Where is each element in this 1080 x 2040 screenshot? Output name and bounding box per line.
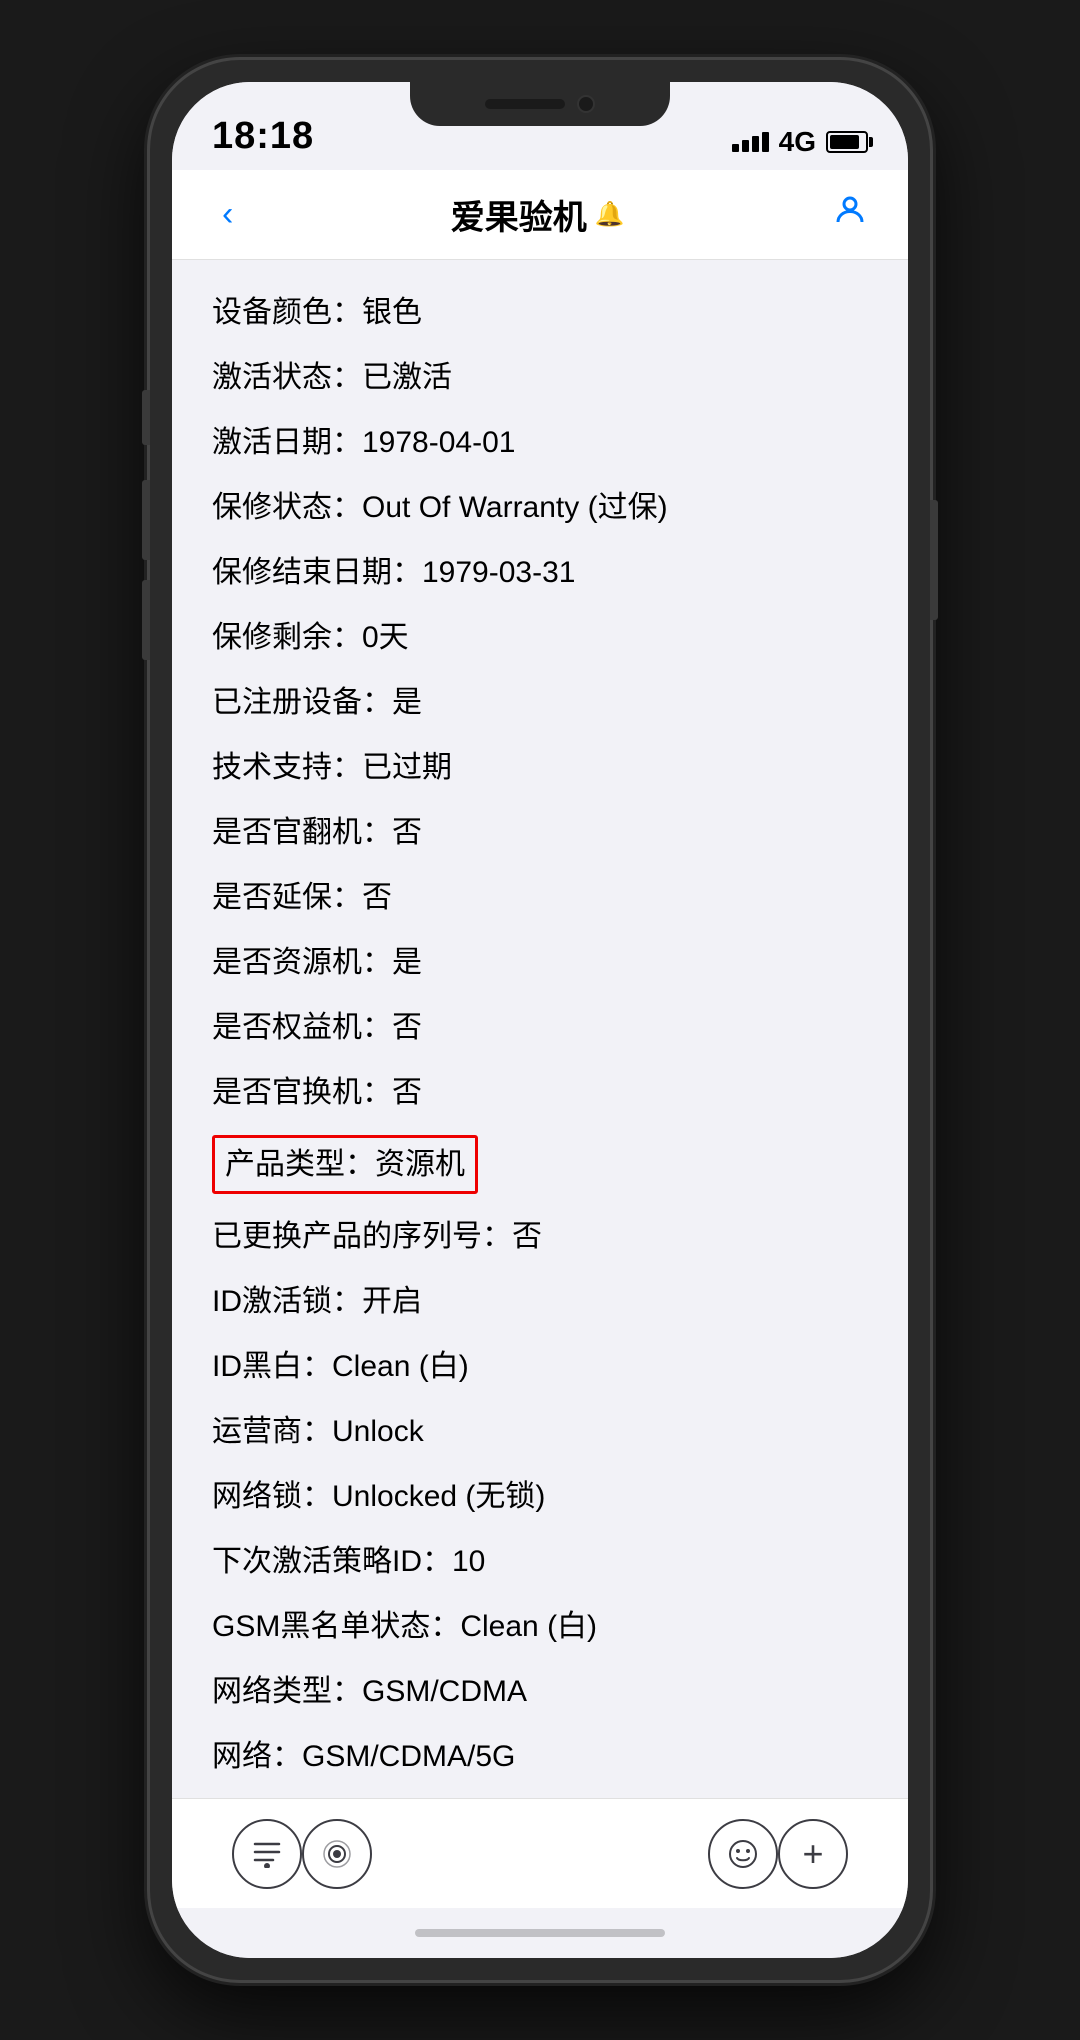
nav-bar: ‹ 爱果验机 🔔 bbox=[172, 170, 908, 260]
info-label-activation-date: 激活日期： bbox=[212, 426, 362, 459]
bottom-toolbar: + bbox=[172, 1798, 908, 1908]
info-value-replaced-serial: 否 bbox=[512, 1220, 542, 1253]
info-row-network: 网络：GSM/CDMA/5G bbox=[212, 1724, 868, 1789]
info-row-activation-policy: 下次激活策略ID：10 bbox=[212, 1529, 868, 1594]
info-value-device-color: 银色 bbox=[362, 296, 422, 329]
info-row-device-color: 设备颜色：银色 bbox=[212, 280, 868, 345]
info-row-gsm-blacklist: GSM黑名单状态：Clean (白) bbox=[212, 1594, 868, 1659]
phone-frame: 18:18 4G ‹ 爱果验机 🔔 bbox=[150, 60, 930, 1980]
info-value-network: GSM/CDMA/5G bbox=[302, 1740, 515, 1773]
speaker bbox=[485, 99, 565, 109]
info-value-activation-status: 已激活 bbox=[362, 361, 452, 394]
info-label-official-refurb: 是否官翻机： bbox=[212, 816, 392, 849]
info-row-registered-device: 已注册设备：是 bbox=[212, 670, 868, 735]
back-button[interactable]: ‹ bbox=[212, 185, 243, 244]
info-label-tech-support: 技术支持： bbox=[212, 751, 362, 784]
info-label-registered-device: 已注册设备： bbox=[212, 686, 392, 719]
info-value-warranty-remain: 0天 bbox=[362, 621, 409, 654]
info-label-gsm-blacklist: GSM黑名单状态： bbox=[212, 1610, 460, 1643]
info-row-warranty-end: 保修结束日期：1979-03-31 bbox=[212, 540, 868, 605]
battery-fill bbox=[830, 135, 859, 149]
info-value-warranty-status: Out Of Warranty (过保) bbox=[362, 491, 668, 524]
highlighted-value-product-type: 产品类型：资源机 bbox=[212, 1135, 478, 1194]
info-label-replacement-device: 是否官换机： bbox=[212, 1076, 392, 1109]
info-row-warranty-status: 保修状态：Out Of Warranty (过保) bbox=[212, 475, 868, 540]
info-value-activation-date: 1978-04-01 bbox=[362, 426, 515, 459]
info-value-replacement-device: 否 bbox=[392, 1076, 422, 1109]
info-label-activation-status: 激活状态： bbox=[212, 361, 362, 394]
info-label-resource-device: 是否资源机： bbox=[212, 946, 392, 979]
info-value-official-refurb: 否 bbox=[392, 816, 422, 849]
info-label-activation-policy: 下次激活策略ID： bbox=[212, 1545, 452, 1578]
volume-down-button[interactable] bbox=[142, 580, 150, 660]
emoji-button[interactable] bbox=[708, 1819, 778, 1889]
notch bbox=[410, 82, 670, 126]
status-icons: 4G bbox=[732, 126, 868, 158]
nav-title-text: 爱果验机 bbox=[451, 190, 587, 239]
info-row-warranty-remain: 保修剩余：0天 bbox=[212, 605, 868, 670]
info-row-id-lock: ID激活锁：开启 bbox=[212, 1269, 868, 1334]
info-value-network-type: GSM/CDMA bbox=[362, 1675, 527, 1708]
info-label-network: 网络： bbox=[212, 1740, 302, 1773]
info-value-tech-support: 已过期 bbox=[362, 751, 452, 784]
add-button[interactable]: + bbox=[778, 1819, 848, 1889]
power-button[interactable] bbox=[930, 500, 938, 620]
info-row-rights-device: 是否权益机：否 bbox=[212, 995, 868, 1060]
info-row-network-lock: 网络锁：Unlocked (无锁) bbox=[212, 1464, 868, 1529]
info-row-network-type: 网络类型：GSM/CDMA bbox=[212, 1659, 868, 1724]
info-row-resource-device: 是否资源机：是 bbox=[212, 930, 868, 995]
info-value-carrier: Unlock bbox=[332, 1415, 424, 1448]
info-label-warranty-end: 保修结束日期： bbox=[212, 556, 422, 589]
info-label-network-type: 网络类型： bbox=[212, 1675, 362, 1708]
front-camera bbox=[577, 95, 595, 113]
info-label-id-lock: ID激活锁： bbox=[212, 1285, 362, 1318]
home-bar bbox=[415, 1929, 665, 1937]
info-label-extended-warranty: 是否延保： bbox=[212, 881, 362, 914]
info-value-id-blacklist: Clean (白) bbox=[332, 1350, 469, 1383]
info-value-gsm-blacklist: Clean (白) bbox=[460, 1610, 597, 1643]
info-row-replaced-serial: 已更换产品的序列号：否 bbox=[212, 1204, 868, 1269]
info-value-extended-warranty: 否 bbox=[362, 881, 392, 914]
info-label-device-color: 设备颜色： bbox=[212, 296, 362, 329]
list-button[interactable] bbox=[232, 1819, 302, 1889]
volume-up-button[interactable] bbox=[142, 480, 150, 560]
info-value-activation-policy: 10 bbox=[452, 1545, 485, 1578]
info-label-warranty-remain: 保修剩余： bbox=[212, 621, 362, 654]
info-value-rights-device: 否 bbox=[392, 1011, 422, 1044]
info-label-rights-device: 是否权益机： bbox=[212, 1011, 392, 1044]
status-time: 18:18 bbox=[212, 115, 314, 158]
network-label: 4G bbox=[779, 126, 816, 158]
info-row-id-blacklist: ID黑白：Clean (白) bbox=[212, 1334, 868, 1399]
home-indicator bbox=[172, 1908, 908, 1958]
info-row-product-type: 产品类型：资源机 bbox=[212, 1125, 868, 1204]
info-row-activation-date: 激活日期：1978-04-01 bbox=[212, 410, 868, 475]
info-label-carrier: 运营商： bbox=[212, 1415, 332, 1448]
info-row-replacement-device: 是否官换机：否 bbox=[212, 1060, 868, 1125]
info-label-replaced-serial: 已更换产品的序列号： bbox=[212, 1220, 512, 1253]
info-row-carrier: 运营商：Unlock bbox=[212, 1399, 868, 1464]
signal-button[interactable] bbox=[302, 1819, 372, 1889]
info-label-id-blacklist: ID黑白： bbox=[212, 1350, 332, 1383]
info-label-warranty-status: 保修状态： bbox=[212, 491, 362, 524]
nav-title: 爱果验机 🔔 bbox=[451, 190, 625, 239]
info-row-sim-card: SIM卡：单卡 (nano-SIM + eSIM) bbox=[212, 1789, 868, 1798]
info-row-official-refurb: 是否官翻机：否 bbox=[212, 800, 868, 865]
info-row-activation-status: 激活状态：已激活 bbox=[212, 345, 868, 410]
bell-icon[interactable]: 🔔 bbox=[595, 200, 625, 229]
mute-button[interactable] bbox=[142, 390, 150, 445]
battery-icon bbox=[826, 131, 868, 153]
info-value-registered-device: 是 bbox=[392, 686, 422, 719]
info-label-network-lock: 网络锁： bbox=[212, 1480, 332, 1513]
info-value-warranty-end: 1979-03-31 bbox=[422, 556, 575, 589]
info-value-network-lock: Unlocked (无锁) bbox=[332, 1480, 545, 1513]
content-area[interactable]: 设备颜色：银色激活状态：已激活激活日期：1978-04-01保修状态：Out O… bbox=[172, 260, 908, 1798]
profile-icon[interactable] bbox=[832, 192, 868, 237]
info-row-tech-support: 技术支持：已过期 bbox=[212, 735, 868, 800]
phone-screen: 18:18 4G ‹ 爱果验机 🔔 bbox=[172, 82, 908, 1958]
info-value-resource-device: 是 bbox=[392, 946, 422, 979]
info-value-id-lock: 开启 bbox=[362, 1285, 422, 1318]
info-row-extended-warranty: 是否延保：否 bbox=[212, 865, 868, 930]
signal-icon bbox=[732, 132, 769, 152]
